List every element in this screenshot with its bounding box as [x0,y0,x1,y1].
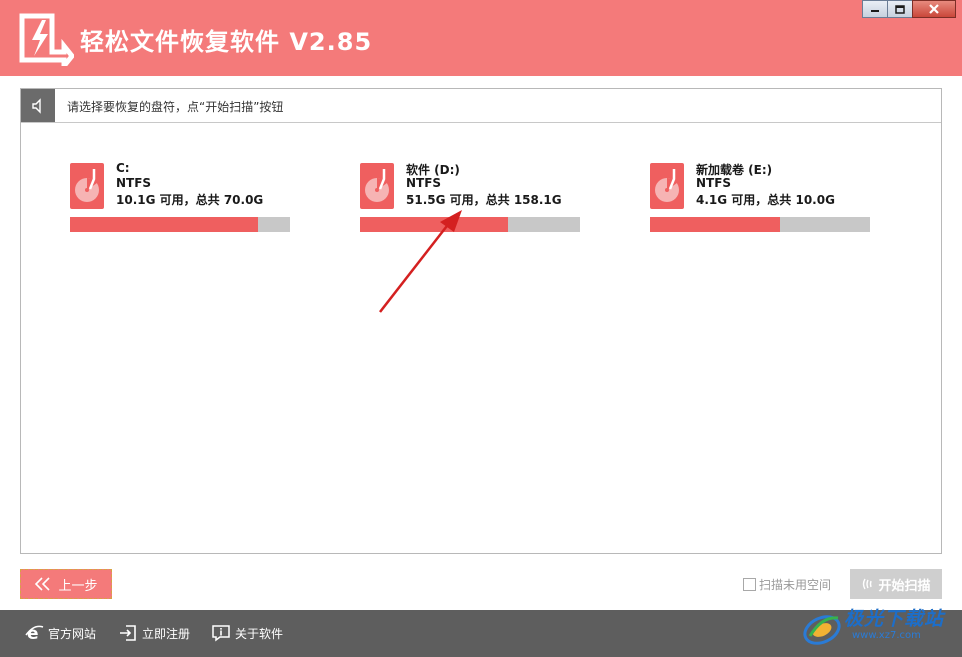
browser-e-icon: e [25,624,44,642]
app-title: 轻松文件恢复软件 V2.85 [80,28,373,56]
drive-usage-bar [650,217,870,232]
about-software-link[interactable]: 关于软件 [211,624,283,642]
drive-usage-fill [360,217,509,232]
login-arrow-icon [120,625,136,641]
close-button[interactable] [912,0,956,18]
watermark-url: www.xz7.com [852,630,921,641]
drive-filesystem: NTFS [116,176,152,190]
drive-selection-panel: 请选择要恢复的盘符，点“开始扫描”按钮 C: NTFS 10.1G 可用，总共 … [20,88,942,554]
drive-usage-bar [70,217,290,232]
drive-item-c[interactable]: C: NTFS 10.1G 可用，总共 70.0G [70,161,292,233]
title-bar: 轻松文件恢复软件 V2.85 [0,0,962,76]
scan-unused-space-option[interactable]: 扫描未用空间 [743,576,831,593]
official-website-label: 官方网站 [48,626,97,641]
disk-drive-icon [360,163,394,209]
back-button[interactable]: 上一步 [20,569,112,599]
maximize-icon [895,4,905,14]
drive-space: 51.5G 可用，总共 158.1G [406,193,562,207]
close-icon [929,4,939,14]
drive-filesystem: NTFS [696,176,732,190]
drive-usage-bar [360,217,580,232]
speaker-icon-box [21,89,55,122]
scan-unused-space-label: 扫描未用空间 [759,578,832,592]
disk-drive-icon [70,163,104,209]
drive-usage-fill [650,217,780,232]
drive-space: 10.1G 可用，总共 70.0G [116,193,264,207]
instruction-bar: 请选择要恢复的盘符，点“开始扫描”按钮 [21,89,941,123]
site-watermark: 极光下载站 www.xz7.com [800,602,960,654]
scan-unused-space-checkbox[interactable] [743,578,756,591]
app-logo-icon [19,13,74,66]
instruction-text: 请选择要恢复的盘符，点“开始扫描”按钮 [67,100,284,114]
about-software-label: 关于软件 [235,626,284,641]
official-website-link[interactable]: e 官方网站 [24,624,96,642]
drive-item-d[interactable]: 软件 (D:) NTFS 51.5G 可用，总共 158.1G [360,161,582,233]
drive-item-e[interactable]: 新加载卷 (E:) NTFS 4.1G 可用，总共 10.0G [650,161,872,233]
disk-drive-icon [650,163,684,209]
window-controls [862,0,956,20]
maximize-button[interactable] [887,0,913,18]
register-now-link[interactable]: 立即注册 [118,624,190,642]
start-scan-label: 开始扫描 [878,578,931,594]
back-button-label: 上一步 [58,578,98,594]
speaker-icon [32,97,41,114]
watermark-text: 极光下载站 [844,608,945,630]
scan-wave-icon [863,578,873,590]
drive-usage-fill [70,217,259,232]
drive-filesystem: NTFS [406,176,442,190]
start-scan-button[interactable]: 开始扫描 [850,569,942,599]
minimize-icon [871,10,879,12]
drive-space: 4.1G 可用，总共 10.0G [696,193,835,207]
register-now-label: 立即注册 [142,626,191,641]
watermark-logo-icon [803,615,841,645]
info-speech-icon [212,625,230,642]
double-chevron-left-icon [35,577,51,591]
drive-name: C: [116,161,130,175]
minimize-button[interactable] [862,0,888,18]
